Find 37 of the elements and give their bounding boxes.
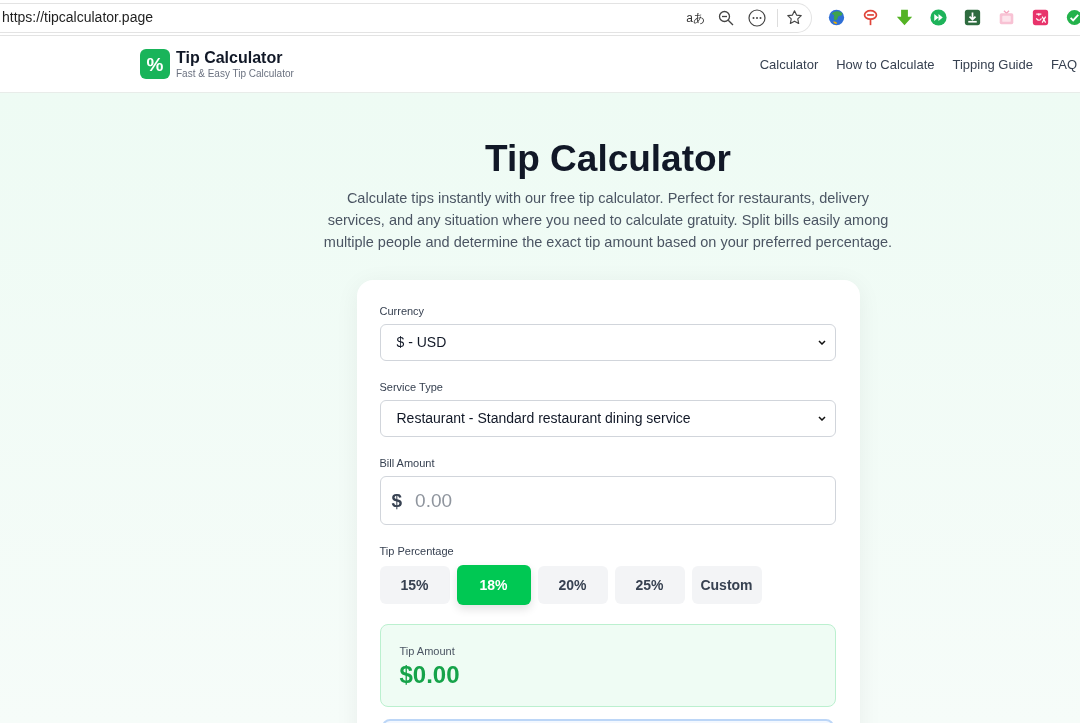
nav-link[interactable]: FAQ	[1051, 54, 1077, 75]
tip-amount-value: $0.00	[399, 661, 460, 689]
service-type-select[interactable]: Restaurant - Standard restaurant dining service	[379, 400, 836, 437]
nav-link[interactable]: How to Calculate	[836, 54, 935, 75]
field-label: Currency	[379, 304, 425, 318]
tip-option-button[interactable]: 20%	[537, 566, 608, 604]
fast-forward-icon[interactable]	[930, 9, 947, 26]
page-title: Tip Calculator	[485, 137, 731, 181]
field-label: Service Type	[379, 380, 443, 394]
download-icon[interactable]	[964, 9, 981, 26]
arrow-down-icon[interactable]	[896, 9, 913, 26]
field-label: Bill Amount	[379, 456, 435, 470]
translate-icon[interactable]: aあ	[686, 11, 705, 24]
address-bar[interactable]: https://tipcalculator.page aあ	[0, 2, 812, 33]
result-label: Tip Amount	[399, 644, 455, 658]
tip-option-button[interactable]: 15%	[379, 566, 450, 604]
tip-option-button[interactable]: 25%	[614, 566, 685, 604]
chevron-down-icon	[817, 340, 826, 345]
nav-link[interactable]: Tipping Guide	[952, 54, 1033, 75]
field-label: Tip Percentage	[379, 544, 454, 558]
nav-link[interactable]: Calculator	[759, 54, 819, 75]
intro-paragraph: Calculate tips instantly with our free tip calculator. Perfect for restaurants, delivery services, and any situation where you need to calculate gratuity. Split bills easily among multiple people and determine the exact tip amount based on your preferred percentage.	[322, 189, 894, 252]
more-options-icon[interactable]	[748, 8, 766, 27]
currency-prefix: $	[391, 491, 403, 510]
url-text: https://tipcalculator.page	[2, 8, 153, 27]
bill-amount-input[interactable]: 0.00	[415, 485, 835, 516]
currency-select[interactable]: $ - USD	[379, 324, 836, 361]
site-title[interactable]: Tip Calculator	[176, 48, 283, 67]
site-tagline: Fast & Easy Tip Calculator	[176, 67, 294, 80]
tip-option-button[interactable]: Custom	[691, 566, 762, 604]
bill-amount-field[interactable]: $ 0.00	[379, 476, 836, 525]
pin-icon[interactable]	[862, 9, 879, 26]
star-icon[interactable]	[786, 9, 803, 26]
app-tile-icon[interactable]	[1032, 9, 1049, 26]
globe-icon[interactable]	[828, 9, 845, 26]
zoom-out-icon[interactable]	[718, 9, 734, 26]
chevron-down-icon	[817, 416, 826, 421]
